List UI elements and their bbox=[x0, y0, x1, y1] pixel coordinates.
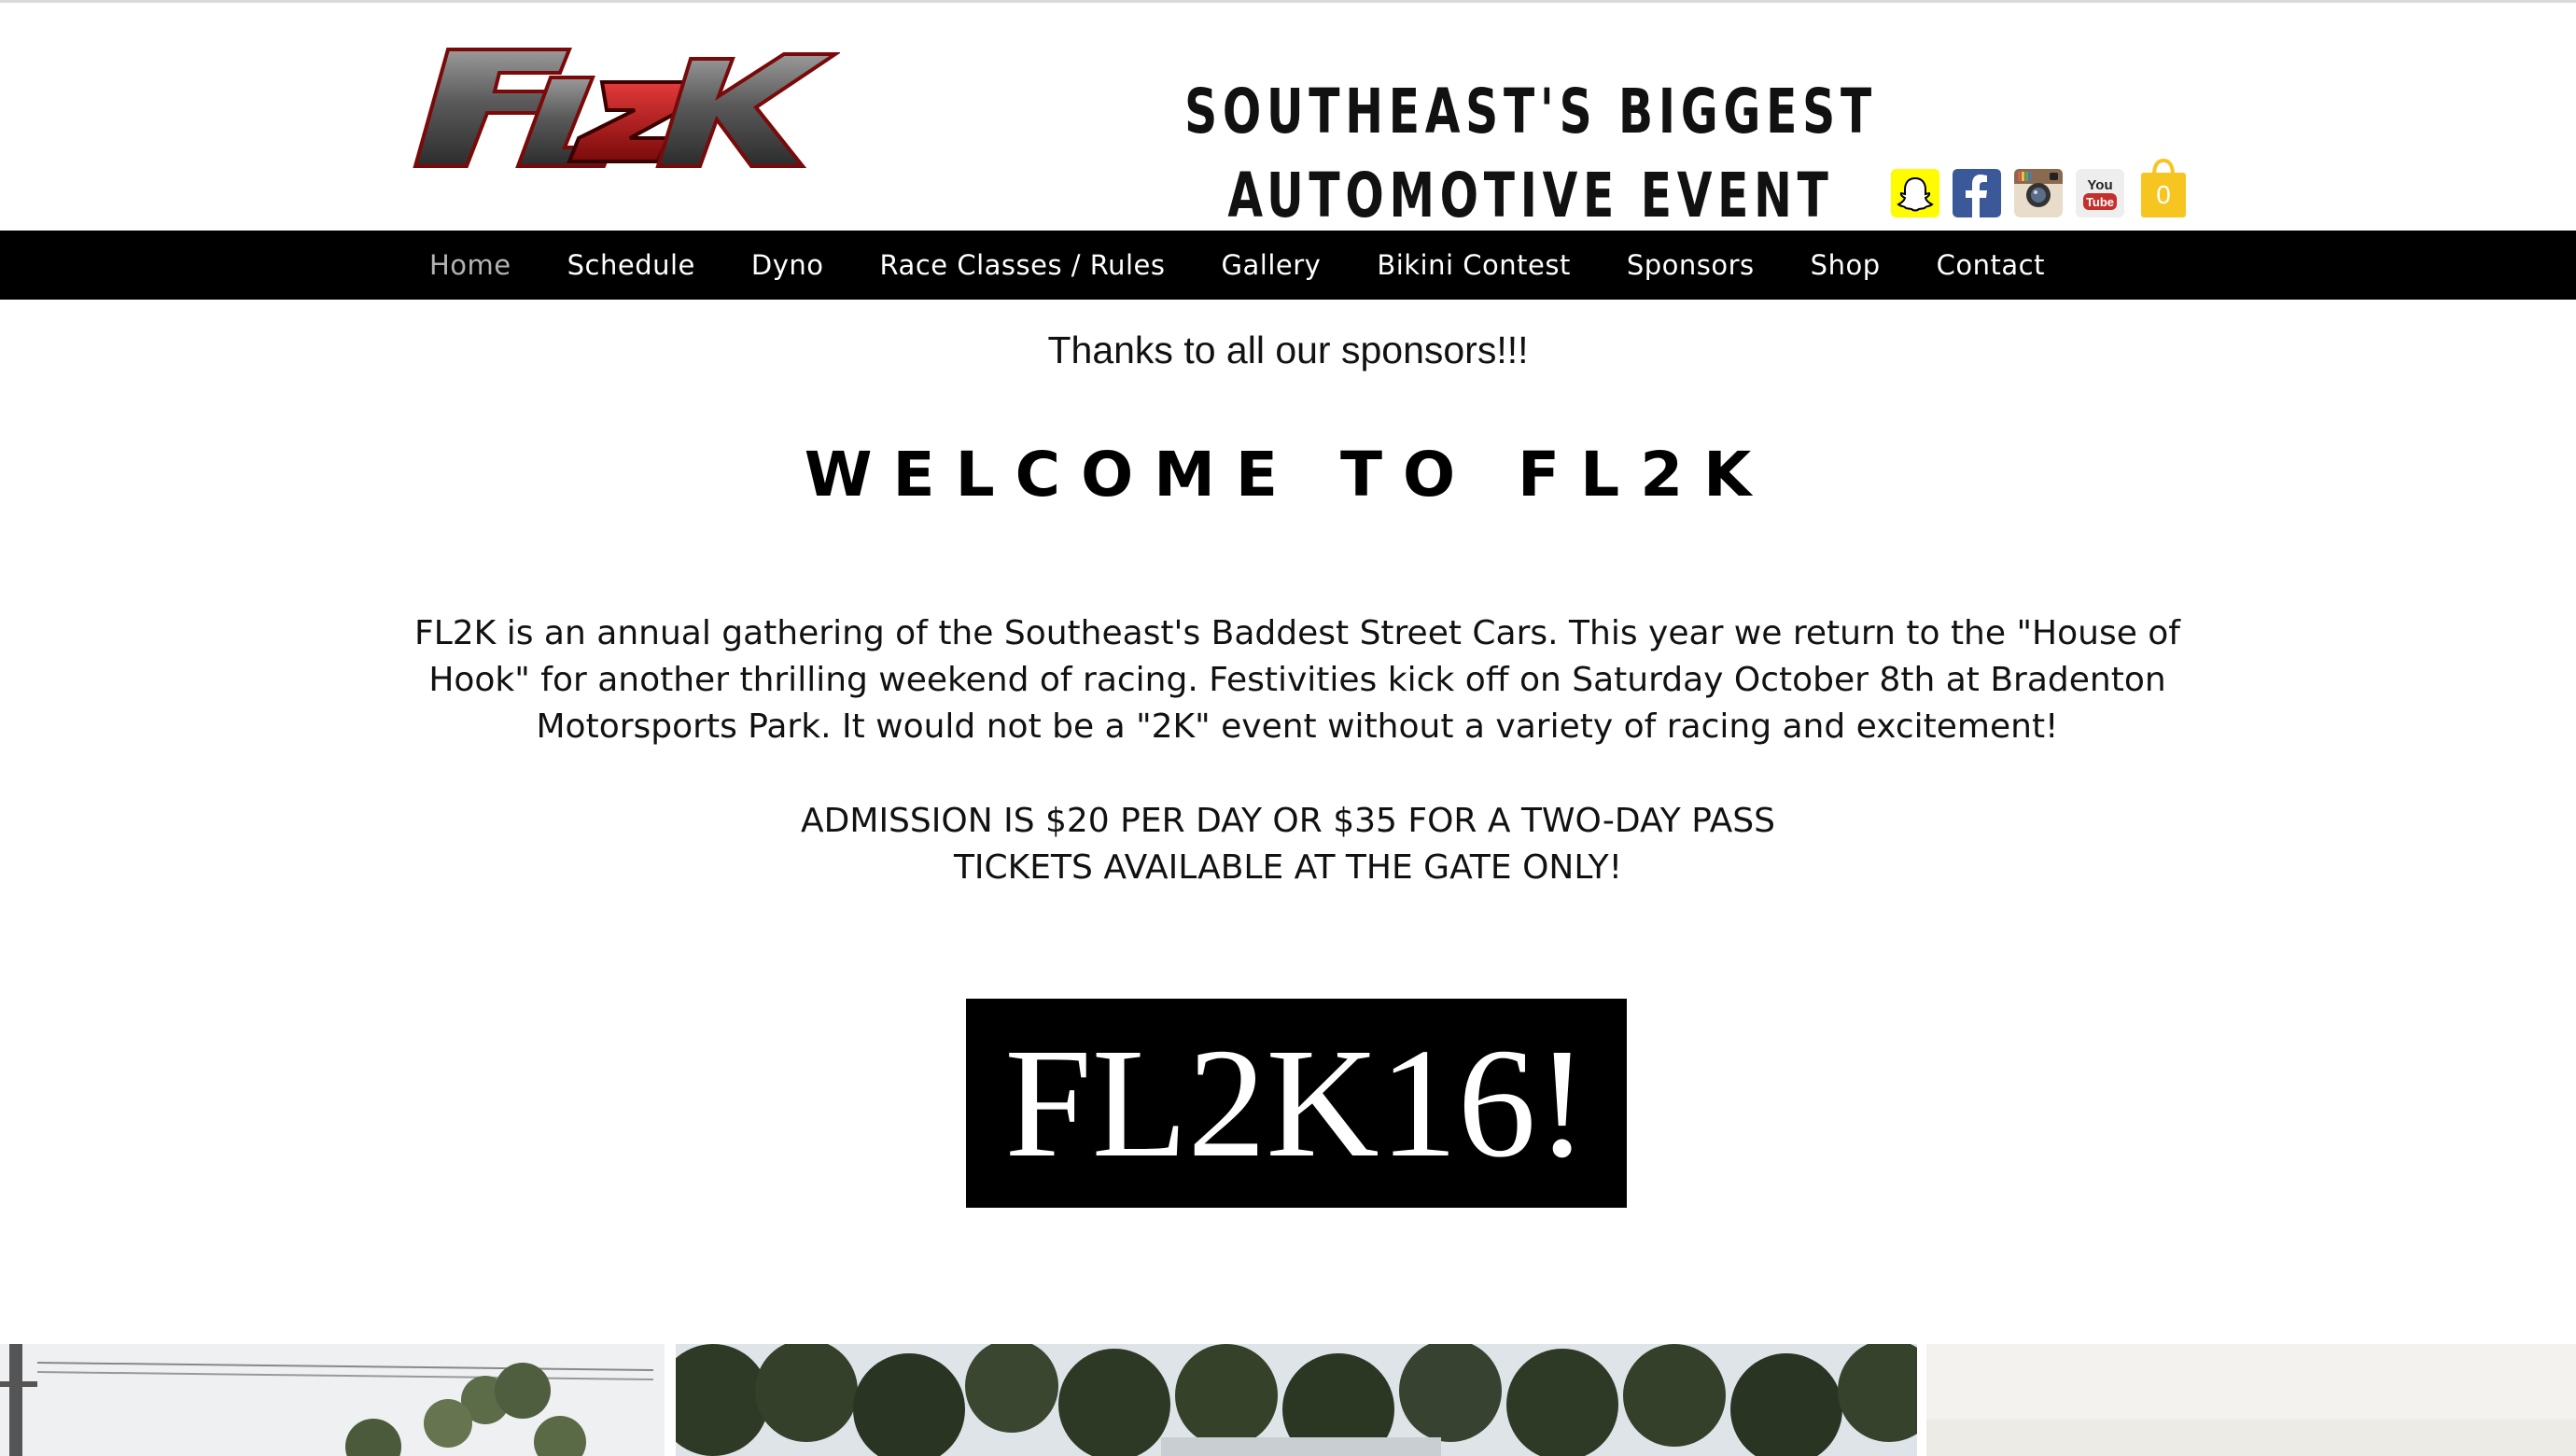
gallery-photo[interactable] bbox=[0, 1344, 665, 1456]
svg-text:You: You bbox=[2087, 177, 2112, 193]
site-tagline: SOUTHEAST'S BIGGEST AUTOMOTIVE EVENT bbox=[1184, 76, 1877, 231]
nav-item-schedule[interactable]: Schedule bbox=[539, 231, 723, 300]
welcome-title: WELCOME TO FL2K bbox=[804, 439, 1772, 511]
nav-item-dyno[interactable]: Dyno bbox=[723, 231, 852, 300]
youtube-icon[interactable]: You Tube bbox=[2076, 169, 2124, 217]
shopping-cart-button[interactable]: 0 bbox=[2139, 158, 2188, 219]
nav-item-sponsors[interactable]: Sponsors bbox=[1599, 231, 1783, 300]
fl2k16-banner: FL2K16! bbox=[966, 999, 1627, 1208]
intro-paragraph: FL2K is an annual gathering of the South… bbox=[414, 614, 2180, 746]
nav-item-race-classes-rules[interactable]: Race Classes / Rules bbox=[852, 231, 1194, 300]
social-links: You Tube bbox=[1891, 169, 2124, 217]
admission-price: ADMISSION IS $20 PER DAY OR $35 FOR A TW… bbox=[801, 802, 1775, 840]
svg-text:Tube: Tube bbox=[2086, 195, 2114, 209]
facebook-icon[interactable] bbox=[1953, 169, 2001, 217]
ticket-note: TICKETS AVAILABLE AT THE GATE ONLY! bbox=[953, 848, 1623, 887]
nav-item-contact[interactable]: Contact bbox=[1909, 231, 2073, 300]
site-header: SOUTHEAST'S BIGGEST AUTOMOTIVE EVENT You… bbox=[0, 3, 2576, 231]
admission-info: ADMISSION IS $20 PER DAY OR $35 FOR A TW… bbox=[0, 798, 2576, 891]
instagram-icon[interactable] bbox=[2014, 169, 2063, 217]
nav-item-shop[interactable]: Shop bbox=[1783, 231, 1909, 300]
sponsors-thanks: Thanks to all our sponsors!!! bbox=[1047, 329, 1529, 371]
cart-count: 0 bbox=[2156, 180, 2171, 209]
gallery-photo[interactable] bbox=[1926, 1344, 2576, 1456]
nav-item-gallery[interactable]: Gallery bbox=[1194, 231, 1350, 300]
snapchat-icon[interactable] bbox=[1891, 169, 1939, 217]
main-nav: Home Schedule Dyno Race Classes / Rules … bbox=[0, 231, 2576, 300]
nav-item-bikini-contest[interactable]: Bikini Contest bbox=[1349, 231, 1599, 300]
nav-item-home[interactable]: Home bbox=[401, 231, 539, 300]
gallery-photo[interactable] bbox=[676, 1344, 1917, 1456]
fl2k-logo[interactable] bbox=[411, 40, 840, 180]
